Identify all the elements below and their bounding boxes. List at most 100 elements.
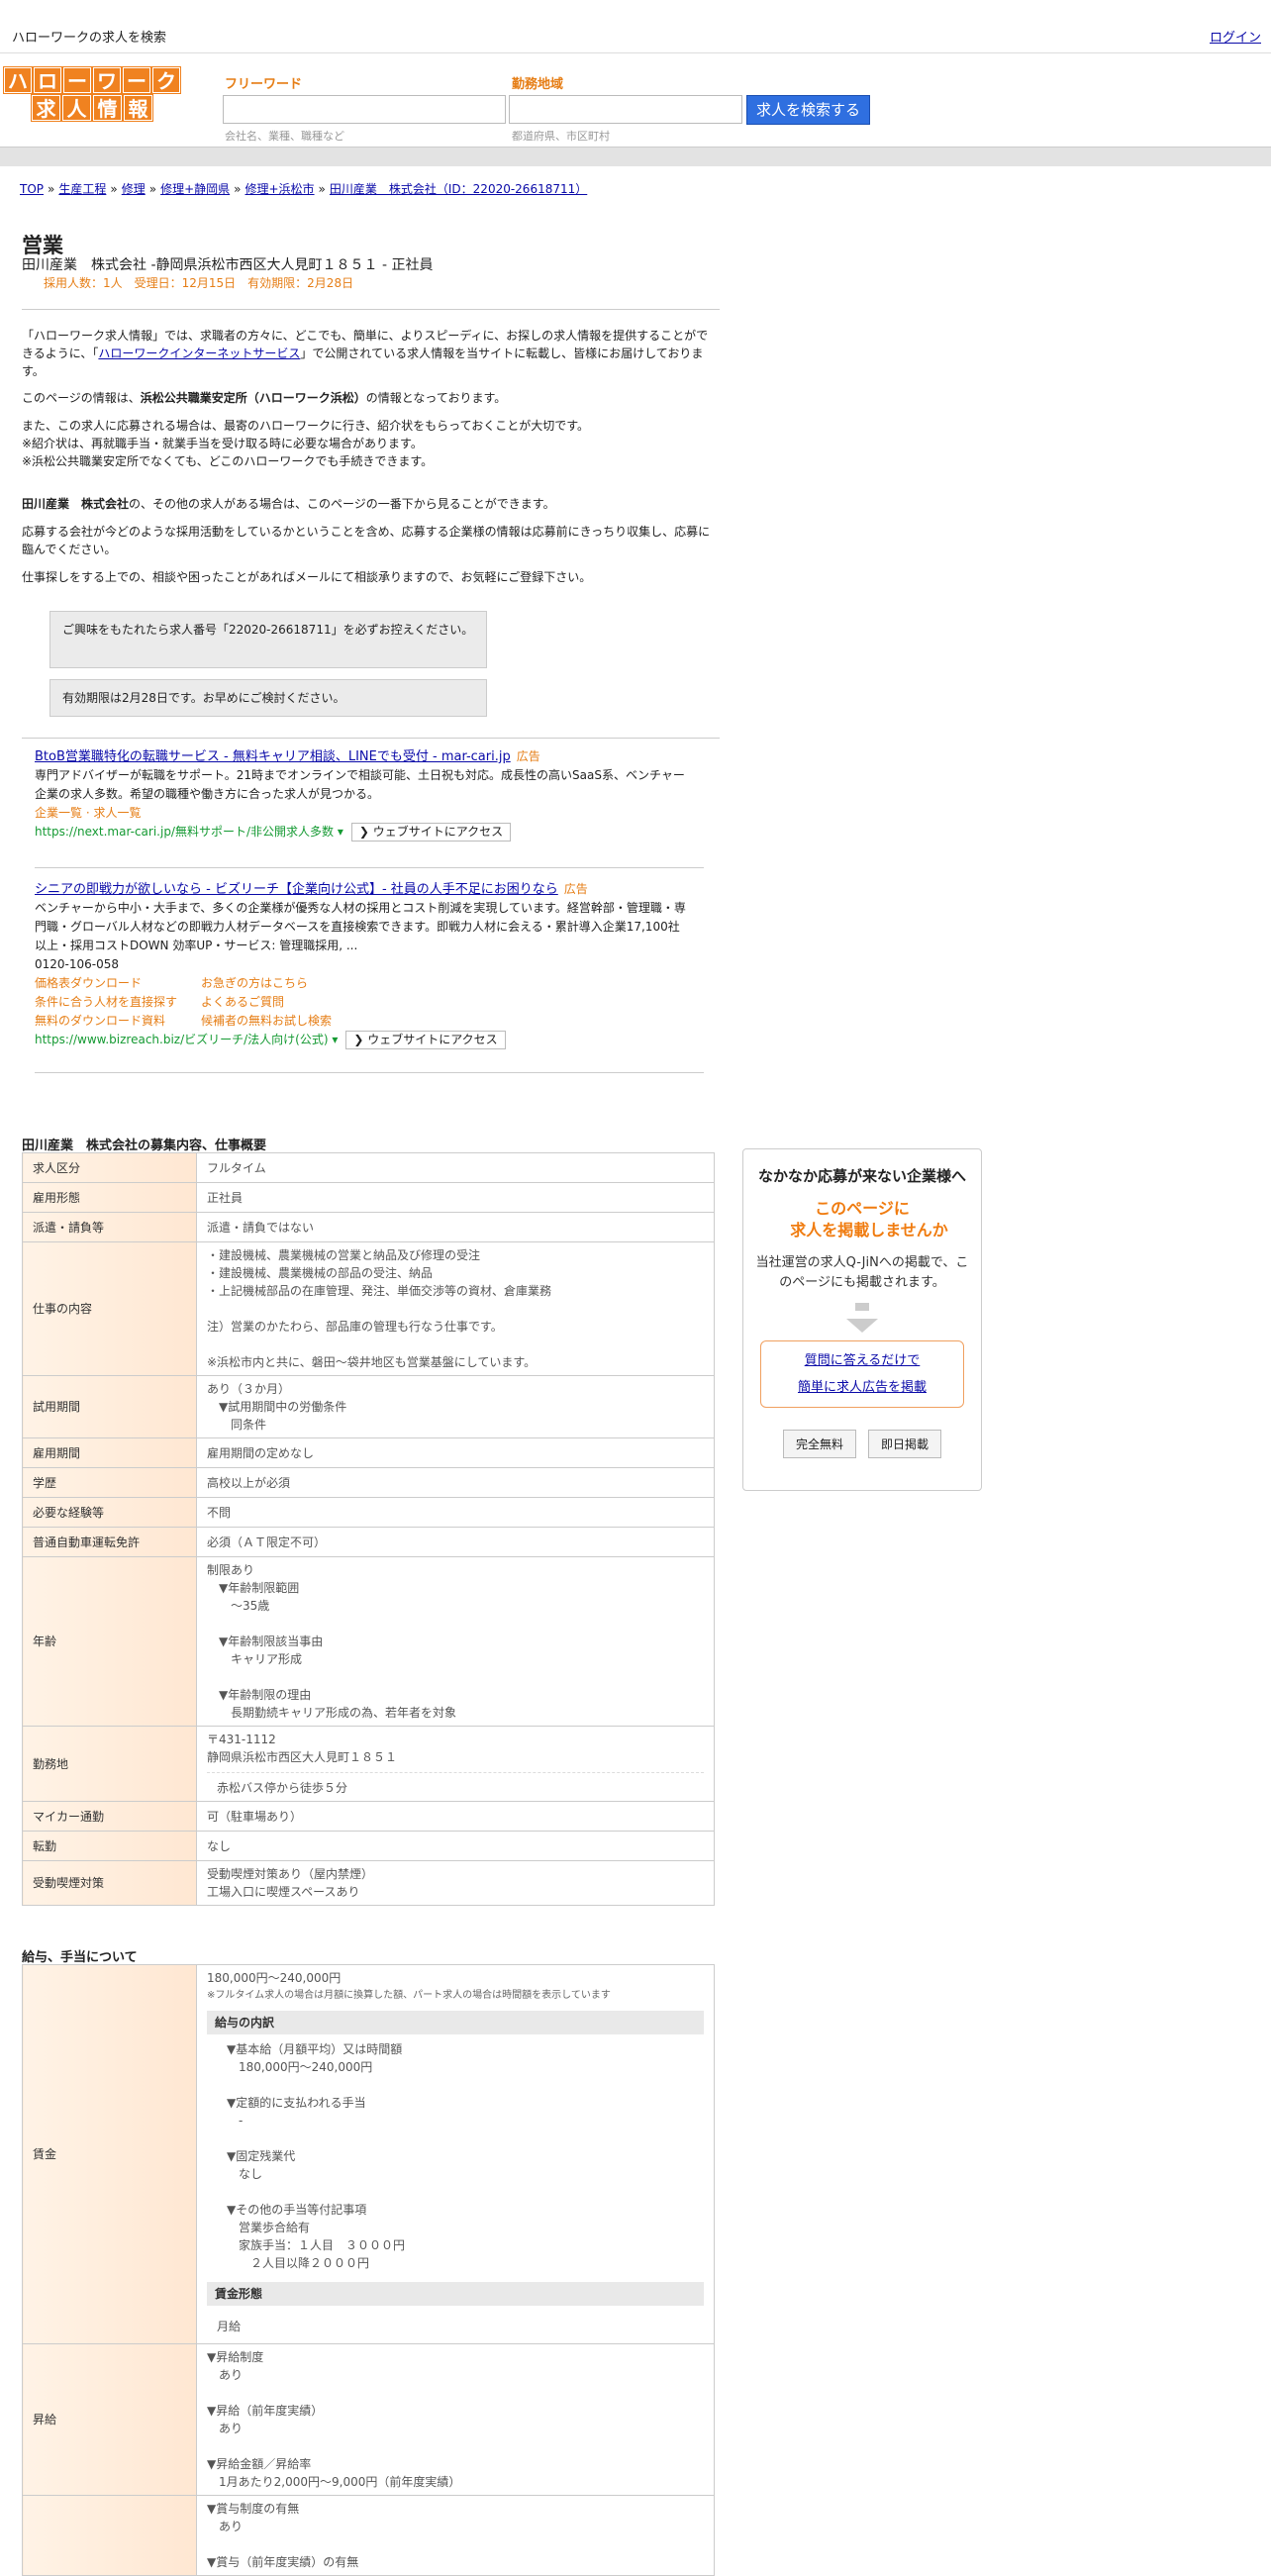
table-value: あり（３か月） ▼試用期間中の労働条件 同条件 bbox=[196, 1375, 715, 1438]
table-key: 雇用形態 bbox=[22, 1182, 197, 1213]
table-row: 昇給 ▼昇給制度 あり ▼昇給（前年度実績） あり ▼昇給金額／昇給率 1月あた… bbox=[22, 2343, 715, 2496]
table-row: マイカー通勤 可（駐車場あり） bbox=[22, 1801, 715, 1832]
table-row: 転勤 なし bbox=[22, 1831, 715, 1861]
table-value: 180,000円〜240,000円 ※フルタイム求人の場合は月額に換算した額、パ… bbox=[196, 1964, 715, 2344]
login-link[interactable]: ログイン bbox=[1210, 27, 1261, 46]
table-value: ▼賞与制度の有無 あり ▼賞与（前年度実績）の有無 bbox=[196, 2495, 715, 2576]
ad-1-visit-button[interactable]: ❯ ウェブサイトにアクセス bbox=[350, 823, 512, 842]
logo-char: 報 bbox=[123, 94, 153, 122]
divider bbox=[35, 1072, 704, 1073]
logo-char: ハ bbox=[3, 66, 33, 94]
ad-2-sitelink[interactable]: 候補者の無料お試し検索 bbox=[201, 1012, 399, 1031]
logo-char: 情 bbox=[92, 94, 123, 122]
job-number-notice: ご興味をもたれたら求人番号「22020-26618711」を必ずお控えください。 bbox=[49, 611, 487, 668]
ad-2-sitelink[interactable]: よくあるご質問 bbox=[201, 993, 399, 1012]
ad-2-sitelink[interactable]: 条件に合う人材を直接探す bbox=[35, 993, 201, 1012]
ad-2-visit-button[interactable]: ❯ ウェブサイトにアクセス bbox=[345, 1031, 506, 1049]
wage-range: 180,000円〜240,000円 bbox=[207, 1971, 342, 1985]
ad-2-sitelink[interactable]: 価格表ダウンロード bbox=[35, 974, 201, 993]
ad-1-sitelinks[interactable]: 企業一覧 · 求人一覧 bbox=[35, 804, 688, 823]
breadcrumb-link[interactable]: TOP bbox=[20, 182, 44, 196]
ad-2-url[interactable]: https://www.bizreach.biz/ビズリーチ/法人向け(公式) bbox=[35, 1033, 329, 1046]
table-row: 勤務地 〒431-1112 静岡県浜松市西区大人見町１８５１ 赤松バス停から徒歩５分 bbox=[22, 1726, 715, 1802]
ad-2-title-link[interactable]: シニアの即戦力が欲しいなら - ビズリーチ【企業向け公式】- 社員の人手不足にお… bbox=[35, 882, 558, 897]
table-row: ▼賞与制度の有無 あり ▼賞与（前年度実績）の有無 bbox=[22, 2495, 715, 2576]
job-subtitle: 田川産業 株式会社 -静岡県浜松市西区大人見町１８５１ - 正社員 bbox=[22, 257, 434, 273]
table-value: 必須（ＡＴ限定不可） bbox=[196, 1527, 715, 1557]
logo-char: 人 bbox=[61, 94, 92, 122]
top-bar: ハローワークの求人を検索 ログイン bbox=[0, 0, 1271, 53]
ad-1-url[interactable]: https://next.mar-cari.jp/無料サポート/非公開求人多数 bbox=[35, 825, 334, 839]
table-key: 昇給 bbox=[22, 2343, 197, 2496]
hellowork-internet-link[interactable]: ハローワークインターネットサービス bbox=[98, 347, 300, 360]
logo-char: 求 bbox=[31, 94, 61, 122]
table-key: 学歴 bbox=[22, 1467, 197, 1498]
ad-2: シニアの即戦力が欲しいなら - ビズリーチ【企業向け公式】- 社員の人手不足にお… bbox=[35, 880, 688, 1049]
breadcrumb-link[interactable]: 生産工程 bbox=[58, 182, 106, 196]
wage-form: 月給 bbox=[217, 2320, 242, 2333]
table-key: 転勤 bbox=[22, 1831, 197, 1861]
table-key: マイカー通勤 bbox=[22, 1801, 197, 1832]
breadcrumb-separator: » bbox=[48, 182, 55, 196]
employer-ad-heading: なかなか応募が来ない企業様へ bbox=[757, 1167, 966, 1185]
breadcrumb: TOP» 生産工程» 修理» 修理+静岡県» 修理+浜松市» 田川産業 株式会社（ID：2… bbox=[20, 180, 587, 197]
table-key: 必要な経験等 bbox=[22, 1497, 197, 1528]
table-value-text: 受動喫煙対策あり（屋内禁煙） 工場入口に喫煙スペースあり bbox=[207, 1867, 374, 1899]
breadcrumb-separator: » bbox=[148, 182, 157, 196]
table-key: 仕事の内容 bbox=[22, 1241, 197, 1376]
keyword-input[interactable] bbox=[223, 95, 506, 124]
logo-char: ク bbox=[151, 66, 181, 94]
table-key bbox=[22, 2495, 197, 2576]
employer-ad-link-2[interactable]: 簡単に求人広告を掲載 bbox=[798, 1380, 927, 1395]
table-value-text: 〒431-1112 静岡県浜松市西区大人見町１８５１ bbox=[207, 1733, 398, 1764]
breadcrumb-separator: » bbox=[234, 182, 242, 196]
intro-paragraph-6: 仕事探しをする上での、相談や困ったことがあればメールにて相談承りますので、お気軽… bbox=[22, 570, 592, 584]
breadcrumb-link[interactable]: 修理+静岡県 bbox=[160, 182, 230, 196]
table-row: 雇用形態 正社員 bbox=[22, 1182, 715, 1213]
table-value: 制限あり ▼年齢制限範囲 〜35歳 ▼年齢制限該当事由 キャリア形成 ▼年齢制限… bbox=[196, 1556, 715, 1727]
table-value: ▼昇給制度 あり ▼昇給（前年度実績） あり ▼昇給金額／昇給率 1月あたり2,… bbox=[196, 2343, 715, 2496]
table-value: 不問 bbox=[196, 1497, 715, 1528]
table-value-text: あり（３か月） ▼試用期間中の労働条件 同条件 bbox=[207, 1382, 347, 1432]
breadcrumb-link[interactable]: 田川産業 株式会社（ID：22020-26618711） bbox=[330, 182, 587, 196]
breadcrumb-link[interactable]: 修理+浜松市 bbox=[244, 182, 314, 196]
table-key: 派遣・請負等 bbox=[22, 1212, 197, 1242]
area-input[interactable] bbox=[509, 95, 742, 124]
area-label: 勤務地域 bbox=[512, 77, 564, 92]
intro-paragraph-5: 応募する会社が今どのような採用活動をしているかということを含め、応募する企業様の… bbox=[22, 525, 711, 556]
ad-2-sitelink[interactable]: 無料のダウンロード資料 bbox=[35, 1012, 201, 1031]
table-key: 雇用期間 bbox=[22, 1437, 197, 1468]
wage-breakdown-label: 給与の内訳 bbox=[207, 2011, 704, 2034]
hellowork-logo[interactable]: ハローワーク 求人情報 bbox=[3, 66, 181, 123]
logo-char: ロ bbox=[33, 66, 62, 94]
employer-ad-links: 質問に答えるだけで 簡単に求人広告を掲載 bbox=[760, 1340, 964, 1408]
employer-ad-offer: このページに 求人を掲載しませんか bbox=[790, 1199, 948, 1239]
breadcrumb-separator: » bbox=[318, 182, 326, 196]
ad-1-description: 専門アドバイザーが転職をサポート。21時までオンラインで相談可能、土日祝も対応。… bbox=[35, 768, 685, 801]
ad-2-sitelinks: 価格表ダウンロード お急ぎの方はこちら 条件に合う人材を直接探す よくあるご質問 無料の… bbox=[35, 974, 688, 1031]
breadcrumb-separator: » bbox=[110, 182, 118, 196]
ad-2-sitelink[interactable]: お急ぎの方はこちら bbox=[201, 974, 399, 993]
employer-ad-link-1[interactable]: 質問に答えるだけで bbox=[805, 1353, 921, 1368]
ad-1-title-link[interactable]: BtoB営業職特化の転職サービス - 無料キャリア相談、LINEでも受付 - m… bbox=[35, 749, 511, 764]
table-value: フルタイム bbox=[196, 1152, 715, 1183]
table-row: 試用期間 あり（３か月） ▼試用期間中の労働条件 同条件 bbox=[22, 1375, 715, 1438]
table-key: 受動喫煙対策 bbox=[22, 1860, 197, 1906]
table-row: 仕事の内容 ・建設機械、農業機械の営業と納品及び修理の受注 ・建設機械、農業機械の… bbox=[22, 1241, 715, 1376]
breadcrumb-link[interactable]: 修理 bbox=[122, 182, 146, 196]
table-value: 〒431-1112 静岡県浜松市西区大人見町１８５１ 赤松バス停から徒歩５分 bbox=[196, 1726, 715, 1802]
table-value-text: 制限あり ▼年齢制限範囲 〜35歳 ▼年齢制限該当事由 キャリア形成 ▼年齢制限… bbox=[207, 1563, 457, 1720]
divider bbox=[22, 309, 720, 310]
ad-2-phone[interactable]: 0120-106-058 bbox=[35, 955, 688, 974]
search-button[interactable]: 求人を検索する bbox=[746, 95, 870, 125]
table-value-note: 赤松バス停から徒歩５分 bbox=[217, 1781, 348, 1795]
table-row: 派遣・請負等 派遣・請負ではない bbox=[22, 1212, 715, 1242]
logo-row-1: ハローワーク bbox=[3, 66, 181, 94]
same-day-badge[interactable]: 即日掲載 bbox=[868, 1430, 942, 1458]
table-value-text: 正社員 bbox=[207, 1190, 244, 1205]
free-badge[interactable]: 完全無料 bbox=[782, 1430, 856, 1458]
intro-paragraph-2: このページの情報は、浜松公共職業安定所（ハローワーク浜松）の情報となっております… bbox=[22, 391, 507, 405]
employer-ad-description: 当社運営の求人Q-JiNへの掲載で、このページにも掲載されます。 bbox=[755, 1255, 969, 1290]
table-value-text: 可（駐車場あり） bbox=[207, 1809, 303, 1824]
table-value: 高校以上が必須 bbox=[196, 1467, 715, 1498]
